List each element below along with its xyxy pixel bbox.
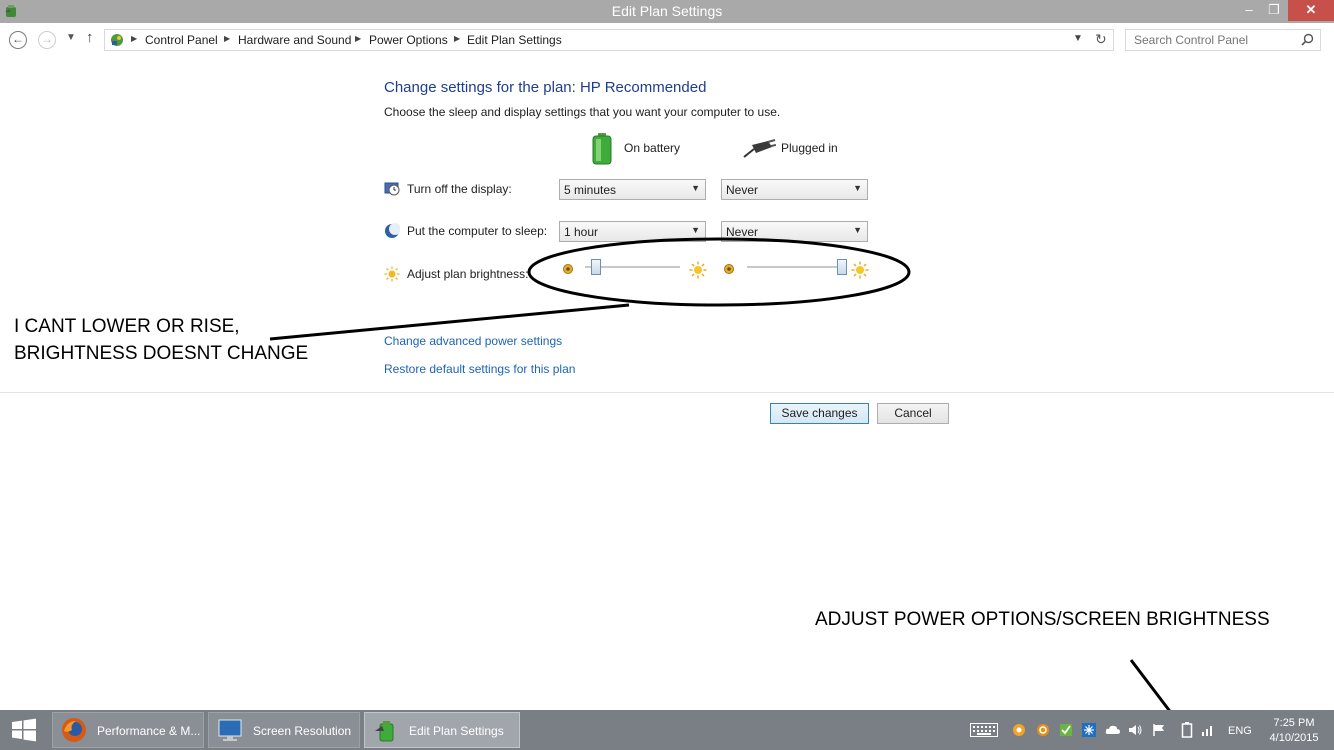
battery-tray-icon[interactable] [1181, 722, 1193, 738]
plugged-in-label: Plugged in [781, 141, 838, 155]
taskbar-item-firefox[interactable]: Performance & M... [52, 712, 204, 748]
tray-app-icon[interactable] [1012, 723, 1026, 737]
display-plugged-value: Never [726, 183, 759, 197]
dim-sun-icon [563, 264, 573, 274]
chevron-down-icon: ▼ [691, 183, 700, 193]
sleep-battery-select[interactable]: 1 hour ▼ [559, 221, 706, 242]
restore-defaults-link[interactable]: Restore default settings for this plan [384, 362, 575, 376]
breadcrumb-power-options[interactable]: Power Options [369, 33, 448, 47]
taskbar-item-label: Edit Plan Settings [409, 724, 504, 738]
taskbar-item-edit-plan-settings[interactable]: Edit Plan Settings [364, 712, 520, 748]
bright-sun-icon [851, 261, 869, 279]
window-title: Edit Plan Settings [611, 3, 723, 19]
battery-brightness-slider-thumb[interactable] [591, 259, 602, 275]
title-bar: Edit Plan Settings – ❐ ✕ [0, 0, 1334, 23]
windows-start-icon[interactable] [0, 710, 48, 750]
power-plug-icon [743, 139, 776, 158]
sleep-moon-icon [385, 223, 400, 238]
turn-off-display-label: Turn off the display: [407, 182, 512, 196]
cancel-button[interactable]: Cancel [877, 403, 949, 424]
clock[interactable]: 7:25 PM 4/10/2015 [1262, 716, 1326, 746]
clock-time: 7:25 PM [1273, 717, 1315, 729]
display-battery-select[interactable]: 5 minutes ▼ [559, 179, 706, 200]
brightness-annotation-text: I CANT LOWER OR RISE, BRIGHTNESS DOESNT … [14, 313, 308, 367]
power-plan-icon [375, 721, 394, 742]
computer-sleep-label: Put the computer to sleep: [407, 224, 548, 238]
breadcrumb-hardware-and-sound[interactable]: Hardware and Sound [238, 33, 351, 47]
chevron-down-icon: ▼ [853, 225, 862, 235]
action-center-flag-icon[interactable] [1152, 723, 1166, 737]
search-box[interactable] [1125, 29, 1321, 51]
taskbar-item-screen-resolution[interactable]: Screen Resolution [208, 712, 360, 748]
sleep-plugged-value: Never [726, 225, 759, 239]
breadcrumb-separator-icon: ▶ [454, 34, 461, 43]
dim-sun-icon [724, 264, 734, 274]
search-input[interactable] [1132, 32, 1296, 48]
search-icon[interactable] [1301, 33, 1314, 46]
display-battery-value: 5 minutes [564, 183, 617, 197]
plugged-brightness-slider-track[interactable] [747, 266, 842, 268]
forward-arrow-icon[interactable]: → [38, 31, 56, 49]
display-timer-icon [384, 182, 400, 196]
touch-keyboard-icon[interactable] [970, 723, 998, 737]
plugged-brightness-slider-thumb[interactable] [837, 259, 847, 275]
up-arrow-icon[interactable]: ↑ [86, 29, 94, 46]
navigation-bar: ← → ▼ ↑ ▶ Control Panel ▶ Hardware and S… [0, 23, 1334, 56]
back-arrow-icon[interactable]: ← [9, 31, 27, 49]
refresh-icon[interactable]: ↻ [1095, 31, 1107, 48]
taskbar: Performance & M... Screen Resolution Edi… [0, 710, 1334, 750]
recent-locations-chevron-icon[interactable]: ▼ [66, 32, 76, 43]
sleep-plugged-select[interactable]: Never ▼ [721, 221, 868, 242]
annotation-line: BRIGHTNESS DOESNT CHANGE [14, 343, 309, 364]
taskbar-item-label: Screen Resolution [253, 724, 352, 738]
wifi-signal-icon[interactable] [1200, 723, 1214, 737]
battery-icon [592, 133, 612, 165]
adjust-brightness-label: Adjust plan brightness: [407, 267, 529, 281]
chevron-down-icon: ▼ [691, 225, 700, 235]
maximize-button[interactable]: ❐ [1261, 0, 1287, 21]
clock-date: 4/10/2015 [1269, 732, 1319, 744]
divider [0, 392, 1334, 393]
breadcrumb-separator-icon: ▶ [355, 34, 362, 43]
minimize-button[interactable]: – [1236, 0, 1262, 21]
page-title: Change settings for the plan: HP Recomme… [384, 79, 707, 96]
display-plugged-select[interactable]: Never ▼ [721, 179, 868, 200]
tray-app-icon[interactable] [1036, 723, 1050, 737]
snowflake-tray-icon[interactable] [1082, 723, 1096, 737]
save-changes-button[interactable]: Save changes [770, 403, 869, 424]
tray-annotation-text: ADJUST POWER OPTIONS/SCREEN BRIGHTNESS [815, 609, 1270, 630]
brightness-sun-icon [384, 266, 400, 282]
screen-resolution-icon [218, 719, 242, 741]
checkmark-tray-icon[interactable] [1059, 723, 1073, 737]
breadcrumb-edit-plan-settings[interactable]: Edit Plan Settings [467, 33, 562, 47]
input-language-indicator[interactable]: ENG [1228, 725, 1252, 739]
breadcrumb-separator-icon: ▶ [131, 34, 138, 43]
breadcrumb-separator-icon: ▶ [224, 34, 231, 43]
bright-sun-icon [689, 261, 707, 279]
cloud-tray-icon[interactable] [1105, 723, 1121, 737]
chevron-down-icon: ▼ [853, 183, 862, 193]
on-battery-label: On battery [624, 141, 681, 155]
close-button[interactable]: ✕ [1288, 0, 1334, 21]
page-description: Choose the sleep and display settings th… [384, 105, 781, 119]
address-dropdown-chevron-icon[interactable]: ▼ [1073, 33, 1083, 44]
breadcrumb-control-panel[interactable]: Control Panel [145, 33, 218, 47]
firefox-icon [62, 718, 86, 742]
sleep-battery-value: 1 hour [564, 225, 599, 239]
advanced-power-settings-link[interactable]: Change advanced power settings [384, 334, 562, 348]
control-panel-icon [111, 34, 123, 46]
address-bar[interactable]: ▶ Control Panel ▶ Hardware and Sound ▶ P… [104, 29, 1114, 51]
speaker-volume-icon[interactable] [1128, 723, 1142, 737]
taskbar-item-label: Performance & M... [97, 724, 201, 738]
annotation-line: I CANT LOWER OR RISE, [14, 316, 240, 337]
